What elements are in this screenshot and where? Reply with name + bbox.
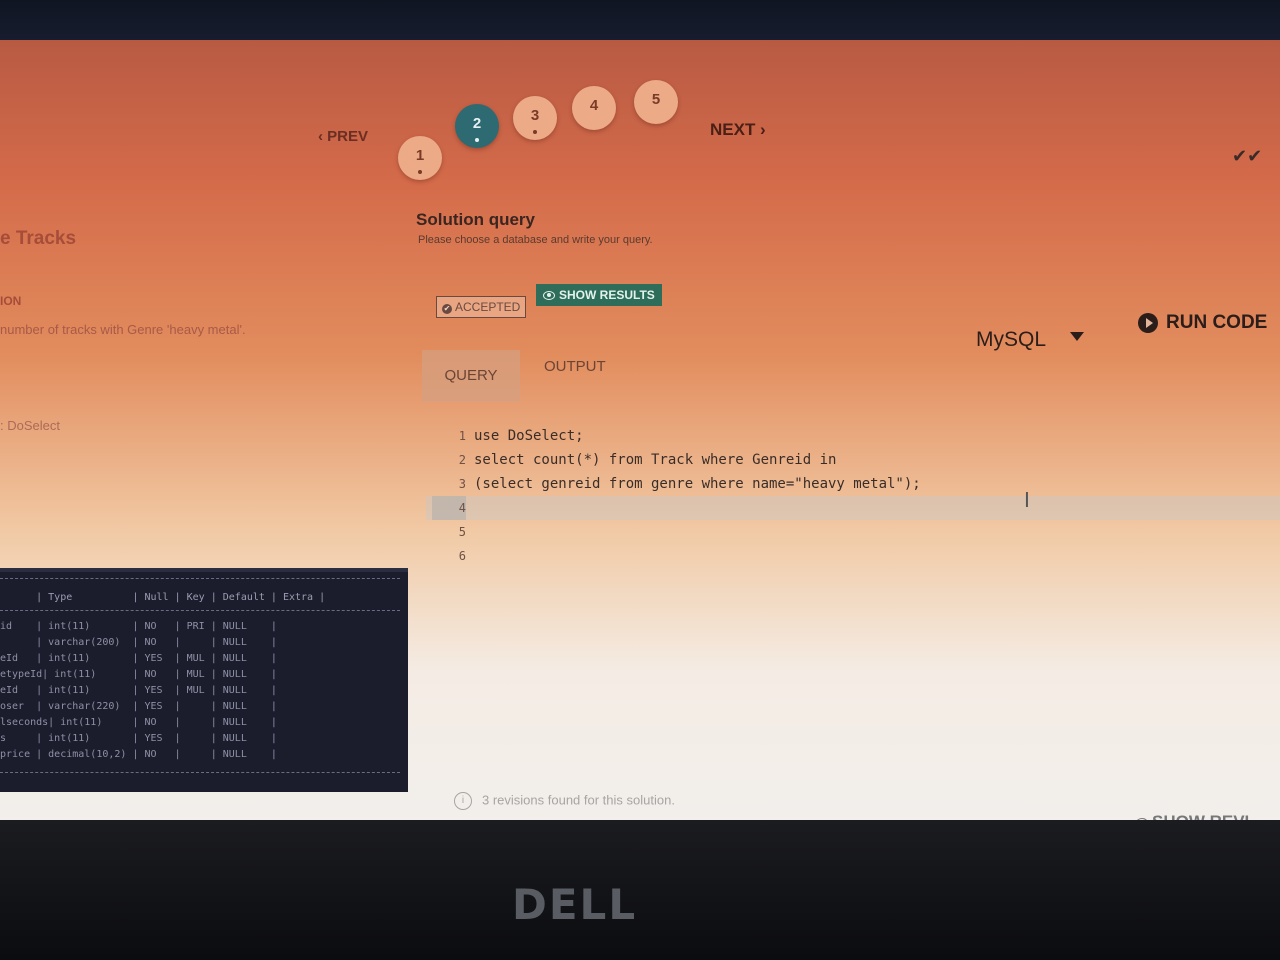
page-2-button[interactable]: 2 [455, 104, 499, 148]
page-label: 4 [589, 97, 599, 114]
tab-output[interactable]: OUTPUT [544, 358, 606, 375]
code-text[interactable]: (select genreid from genre where name="h… [474, 472, 921, 496]
schema-row: id | int(11) | NO | PRI | NULL | [0, 621, 277, 632]
code-text[interactable]: use DoSelect; [474, 424, 584, 448]
code-editor[interactable]: 1 use DoSelect; 2 select count(*) from T… [426, 424, 1280, 624]
line-number: 6 [458, 549, 466, 563]
question-database: : DoSelect [0, 418, 60, 433]
code-line[interactable]: 2 select count(*) from Track where Genre… [426, 448, 1280, 472]
monitor-bottom-bezel [0, 820, 1280, 960]
page-3-button[interactable]: 3 [513, 96, 557, 140]
code-line-active[interactable]: 4 [426, 496, 1280, 520]
accepted-label: ACCEPTED [455, 300, 521, 314]
question-section-label: ION [0, 294, 22, 308]
line-number: 1 [458, 429, 466, 443]
page-5-button[interactable]: 5 [634, 80, 678, 124]
accepted-badge: ✔ ACCEPTED [436, 296, 527, 318]
schema-divider [0, 578, 400, 579]
schema-divider [0, 772, 400, 773]
schema-table: | Type | Null | Key | Default | Extra | … [0, 568, 408, 792]
page-dot [533, 130, 537, 134]
page-4-button[interactable]: 4 [572, 86, 616, 130]
line-number: 4 [432, 496, 466, 520]
show-results-label: SHOW RESULTS [559, 288, 655, 302]
caret-down-icon[interactable] [1070, 332, 1084, 341]
page-label: 5 [651, 91, 661, 108]
code-line[interactable]: 6 [426, 544, 1280, 568]
code-line[interactable]: 1 use DoSelect; [426, 424, 1280, 448]
monitor-brand-logo: DELL [512, 880, 638, 929]
show-results-button[interactable]: SHOW RESULTS [536, 284, 662, 306]
question-title: e Tracks [0, 228, 77, 249]
schema-row: eId | int(11) | YES | MUL | NULL | [0, 653, 277, 664]
next-button[interactable]: NEXT › [710, 120, 766, 140]
line-number: 3 [458, 477, 466, 491]
check-circle-icon: ✔ [442, 304, 452, 314]
page-label: 2 [472, 115, 482, 132]
code-line[interactable]: 5 [426, 520, 1280, 544]
line-number: 5 [458, 525, 466, 539]
page-1-button[interactable]: 1 [398, 136, 442, 180]
double-check-icon: ✔✔ [1232, 146, 1263, 166]
solution-subtitle: Please choose a database and write your … [418, 234, 653, 246]
page-dot [475, 138, 479, 142]
code-line[interactable]: 3 (select genreid from genre where name=… [426, 472, 1280, 496]
schema-divider [0, 610, 400, 611]
schema-row: lseconds| int(11) | NO | | NULL | [0, 717, 277, 728]
schema-row: | varchar(200) | NO | | NULL | [0, 637, 277, 648]
schema-row: s | int(11) | YES | | NULL | [0, 733, 277, 744]
database-select[interactable]: MySQL [976, 328, 1046, 352]
info-icon: i [454, 792, 472, 810]
revisions-text: 3 revisions found for this solution. [482, 792, 675, 808]
prev-button[interactable]: ‹ PREV [318, 128, 368, 145]
text-cursor-icon: I [1024, 488, 1030, 512]
play-icon [1138, 312, 1158, 333]
schema-row: eId | int(11) | YES | MUL | NULL | [0, 685, 277, 696]
schema-row: oser | varchar(220) | YES | | NULL | [0, 701, 277, 712]
code-text[interactable]: select count(*) from Track where Genreid… [474, 448, 836, 472]
revisions-info: i 3 revisions found for this solution. [454, 792, 675, 810]
line-number: 2 [458, 453, 466, 467]
schema-header: | Type | Null | Key | Default | Extra | [0, 592, 326, 603]
page-label: 3 [530, 107, 540, 124]
screen: ‹ PREV 1 2 3 4 5 NEXT › ✔✔ e Tracks ION … [0, 40, 1280, 830]
run-code-label: RUN CODE [1166, 312, 1268, 333]
tab-query[interactable]: QUERY [422, 350, 520, 402]
schema-row: etypeId| int(11) | NO | MUL | NULL | [0, 669, 277, 680]
page-label: 1 [415, 147, 425, 164]
page-dot [418, 170, 422, 174]
question-description: number of tracks with Genre 'heavy metal… [0, 322, 246, 337]
run-code-button[interactable]: RUN CODE [1138, 312, 1267, 334]
solution-title: Solution query [416, 210, 535, 229]
eye-icon [543, 291, 555, 301]
schema-row: price | decimal(10,2) | NO | | NULL | [0, 749, 277, 760]
